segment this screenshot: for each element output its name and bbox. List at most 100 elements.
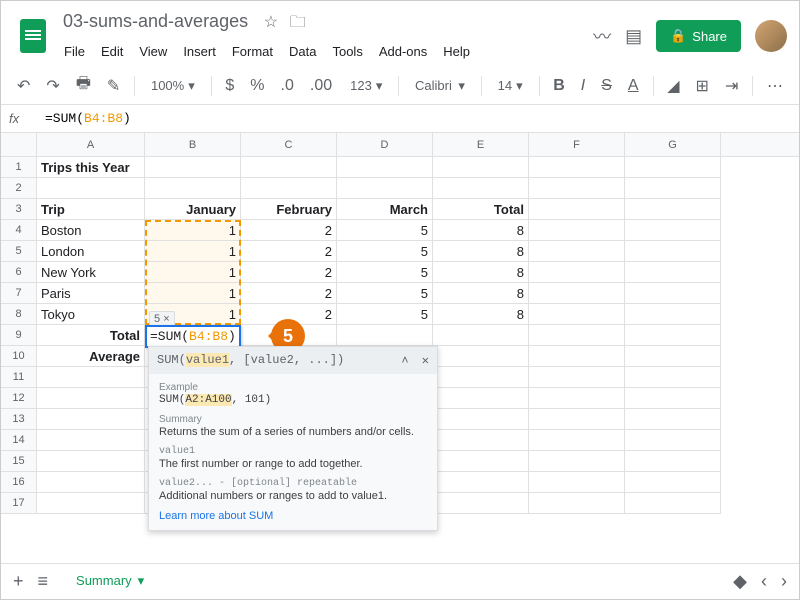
- star-icon[interactable]: ☆: [264, 14, 278, 31]
- fill-color-icon[interactable]: ◢: [663, 72, 683, 100]
- menu-edit[interactable]: Edit: [94, 40, 130, 63]
- chevron-down-icon[interactable]: ▾: [138, 573, 145, 589]
- cell[interactable]: 5: [337, 241, 433, 262]
- number-format-select[interactable]: 123▾: [344, 74, 388, 98]
- row-header[interactable]: 2: [1, 178, 37, 199]
- menu-file[interactable]: File: [57, 40, 92, 63]
- more-icon[interactable]: ⋯: [763, 72, 787, 100]
- menu-view[interactable]: View: [132, 40, 174, 63]
- row-header[interactable]: 6: [1, 262, 37, 283]
- col-header-d[interactable]: D: [337, 133, 433, 156]
- cell[interactable]: Total: [37, 325, 145, 346]
- row-header[interactable]: 13: [1, 409, 37, 430]
- close-hint-icon[interactable]: ×: [163, 313, 169, 325]
- row-header[interactable]: 17: [1, 493, 37, 514]
- cell[interactable]: 5: [337, 304, 433, 325]
- sheet-tab[interactable]: Summary ▾: [62, 567, 158, 597]
- cell[interactable]: 8: [433, 241, 529, 262]
- formula-input[interactable]: =SUM(B4:B8): [45, 111, 131, 126]
- cell[interactable]: London: [37, 241, 145, 262]
- cell[interactable]: 1: [145, 220, 241, 241]
- percent-icon[interactable]: %: [246, 73, 268, 99]
- spreadsheet-grid[interactable]: A B C D E F G 1Trips this Year 2 3TripJa…: [1, 133, 799, 514]
- increase-decimal-icon[interactable]: .00: [306, 73, 336, 99]
- cell[interactable]: 8: [433, 220, 529, 241]
- cell[interactable]: Trips this Year: [37, 157, 145, 178]
- col-header-f[interactable]: F: [529, 133, 625, 156]
- cell[interactable]: 5: [337, 262, 433, 283]
- share-button[interactable]: 🔒 Share: [656, 20, 741, 52]
- row-header[interactable]: 4: [1, 220, 37, 241]
- row-header[interactable]: 1: [1, 157, 37, 178]
- cell[interactable]: 2: [241, 262, 337, 283]
- chevron-right-icon[interactable]: ›: [781, 571, 787, 592]
- row-header[interactable]: 12: [1, 388, 37, 409]
- menu-format[interactable]: Format: [225, 40, 280, 63]
- explore-icon[interactable]: ◆: [733, 571, 747, 592]
- cell[interactable]: 1: [145, 262, 241, 283]
- comments-icon[interactable]: ▤: [625, 26, 642, 47]
- cell[interactable]: 8: [433, 262, 529, 283]
- row-header[interactable]: 10: [1, 346, 37, 367]
- sheets-logo[interactable]: [13, 16, 53, 56]
- font-select[interactable]: Calibri ▾: [409, 74, 471, 98]
- zoom-select[interactable]: 100% ▾: [145, 74, 201, 98]
- cell[interactable]: Tokyo: [37, 304, 145, 325]
- row-header[interactable]: 3: [1, 199, 37, 220]
- row-header[interactable]: 14: [1, 430, 37, 451]
- learn-more-link[interactable]: Learn more about SUM: [159, 510, 427, 522]
- cell[interactable]: March: [337, 199, 433, 220]
- trend-icon[interactable]: 〰: [593, 23, 611, 49]
- cell[interactable]: February: [241, 199, 337, 220]
- cell[interactable]: Boston: [37, 220, 145, 241]
- avatar[interactable]: [755, 20, 787, 52]
- row-header[interactable]: 8: [1, 304, 37, 325]
- cell[interactable]: 5: [337, 220, 433, 241]
- document-title[interactable]: 03-sums-and-averages: [57, 9, 254, 34]
- row-header[interactable]: 5: [1, 241, 37, 262]
- all-sheets-icon[interactable]: ≡: [38, 571, 49, 592]
- cell[interactable]: Average: [37, 346, 145, 367]
- undo-icon[interactable]: ↶: [13, 72, 34, 100]
- cell[interactable]: January: [145, 199, 241, 220]
- col-header-e[interactable]: E: [433, 133, 529, 156]
- borders-icon[interactable]: ⊞: [692, 72, 713, 100]
- cell[interactable]: 5: [337, 283, 433, 304]
- row-header[interactable]: 11: [1, 367, 37, 388]
- currency-icon[interactable]: $: [221, 73, 238, 99]
- col-header-a[interactable]: A: [37, 133, 145, 156]
- folder-icon[interactable]: 🗀: [290, 14, 306, 31]
- collapse-icon[interactable]: ˄: [401, 354, 408, 368]
- menu-addons[interactable]: Add-ons: [372, 40, 434, 63]
- cell[interactable]: Trip: [37, 199, 145, 220]
- text-color-icon[interactable]: A: [624, 73, 643, 99]
- cell[interactable]: New York: [37, 262, 145, 283]
- menu-insert[interactable]: Insert: [176, 40, 223, 63]
- bold-icon[interactable]: B: [549, 73, 569, 99]
- cell[interactable]: 8: [433, 304, 529, 325]
- menu-tools[interactable]: Tools: [325, 40, 369, 63]
- row-header[interactable]: 7: [1, 283, 37, 304]
- cell[interactable]: 1: [145, 283, 241, 304]
- merge-icon[interactable]: ⇥: [721, 72, 742, 100]
- menu-data[interactable]: Data: [282, 40, 323, 63]
- close-icon[interactable]: ✕: [422, 354, 429, 368]
- cell[interactable]: 2: [241, 220, 337, 241]
- strike-icon[interactable]: S: [597, 73, 616, 99]
- font-size-select[interactable]: 14 ▾: [492, 74, 529, 98]
- cell[interactable]: 8: [433, 283, 529, 304]
- menu-help[interactable]: Help: [436, 40, 477, 63]
- row-header[interactable]: 9: [1, 325, 37, 346]
- italic-icon[interactable]: I: [577, 73, 589, 99]
- col-header-g[interactable]: G: [625, 133, 721, 156]
- decrease-decimal-icon[interactable]: .0: [277, 73, 298, 99]
- cell[interactable]: Paris: [37, 283, 145, 304]
- row-header[interactable]: 16: [1, 472, 37, 493]
- paint-format-icon[interactable]: ✎: [103, 72, 124, 100]
- cell[interactable]: 1: [145, 241, 241, 262]
- add-sheet-icon[interactable]: +: [13, 571, 24, 592]
- col-header-c[interactable]: C: [241, 133, 337, 156]
- cell[interactable]: 2: [241, 241, 337, 262]
- cell[interactable]: 2: [241, 283, 337, 304]
- active-cell-editor[interactable]: =SUM(B4:B8): [145, 325, 241, 348]
